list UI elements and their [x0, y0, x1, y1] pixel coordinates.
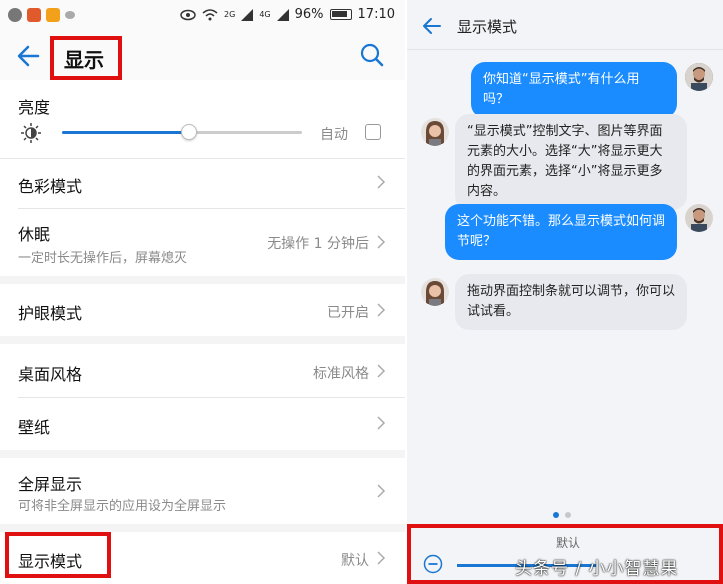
- clock: 17:10: [357, 7, 395, 22]
- app-notification-icon: [8, 8, 22, 22]
- row-fullscreen-label[interactable]: 全屏显示: [18, 471, 82, 495]
- row-eye-care-value: 已开启: [327, 305, 369, 321]
- display-settings-screen: 2G 4G 96% 17:10 显示 亮度 自动 色彩模式 休眠 一定时长无操作…: [0, 0, 405, 584]
- chat-message-user: 这个功能不错。那么显示模式如何调节呢？: [445, 204, 677, 260]
- chevron-right-icon: [377, 364, 386, 378]
- page-indicator: [553, 512, 571, 518]
- battery-icon: [329, 9, 352, 20]
- row-desktop-style-value: 标准风格: [313, 366, 369, 382]
- mode-default-label: 默认: [556, 536, 581, 550]
- auto-brightness-label: 自动: [320, 127, 348, 143]
- chat-message-assistant: 拖动界面控制条就可以调节，你可以试试看。: [455, 274, 687, 330]
- network-4g: 4G: [259, 10, 271, 19]
- user-avatar: [685, 63, 713, 91]
- watermark-text: 头条号 / 小小智慧果: [515, 559, 679, 579]
- battery-percent: 96%: [294, 7, 324, 22]
- row-desktop-style-label[interactable]: 桌面风格: [18, 361, 82, 385]
- status-bar: 2G 4G 96% 17:10: [0, 0, 405, 32]
- brightness-slider[interactable]: [62, 124, 302, 140]
- chevron-right-icon: [377, 551, 386, 565]
- status-right: 2G 4G 96% 17:10: [180, 7, 395, 22]
- chevron-right-icon: [377, 303, 386, 317]
- notification-icons: [8, 8, 75, 22]
- chevron-right-icon: [377, 235, 386, 249]
- row-sleep-label[interactable]: 休眠: [18, 221, 50, 245]
- divider: [0, 158, 405, 159]
- signal-icon: [241, 8, 254, 21]
- chevron-right-icon: [377, 484, 386, 498]
- chat-message-user: 你知道“显示模式”有什么用吗？: [471, 62, 677, 118]
- display-mode-control: 默认 头条号 / 小小智慧果: [407, 524, 723, 584]
- app-notification-icon-3: [46, 8, 60, 22]
- chat-message-assistant: “显示模式”控制文字、图片等界面元素的大小。选择“大”将显示更大的界面元素，选择…: [455, 114, 687, 210]
- chevron-right-icon: [377, 416, 386, 430]
- row-sleep-value: 无操作 1 分钟后: [267, 236, 369, 252]
- title-highlight: [50, 36, 122, 80]
- brightness-label: 亮度: [18, 98, 51, 117]
- page-dot-active: [553, 512, 559, 518]
- chat-screen: 显示模式 你知道“显示模式”有什么用吗？ “显示模式”控制文字、图片等界面元素的…: [405, 0, 723, 584]
- app-notification-icon-2: [27, 8, 41, 22]
- eye-icon: [180, 9, 196, 20]
- back-arrow-icon[interactable]: [14, 41, 46, 71]
- settings-group-2[interactable]: 护眼模式 已开启: [0, 284, 405, 336]
- brightness-slider-thumb[interactable]: [181, 124, 198, 140]
- row-wallpaper-label[interactable]: 壁纸: [18, 414, 50, 438]
- assistant-avatar: [421, 118, 449, 146]
- brightness-icon: [21, 123, 41, 143]
- chevron-right-icon: [377, 175, 386, 189]
- assistant-avatar: [421, 278, 449, 306]
- row-sleep-sub: 一定时长无操作后，屏幕熄灭: [18, 251, 188, 266]
- divider: [18, 208, 405, 209]
- page-dot: [565, 512, 571, 518]
- settings-group-1: 亮度 自动 色彩模式 休眠 一定时长无操作后，屏幕熄灭 无操作 1 分钟后: [0, 80, 405, 276]
- settings-group-4[interactable]: 全屏显示 可将非全屏显示的应用设为全屏显示: [0, 458, 405, 524]
- display-mode-highlight: [5, 532, 111, 578]
- chat-header: 显示模式: [407, 0, 723, 50]
- divider: [18, 397, 405, 398]
- signal-icon-2: [276, 8, 289, 21]
- brightness-slider-fill: [62, 131, 190, 134]
- settings-app-bar: 显示: [0, 32, 405, 80]
- row-display-mode-value: 默认: [341, 553, 369, 569]
- wifi-icon: [202, 8, 218, 20]
- settings-group-3: 桌面风格 标准风格 壁纸: [0, 344, 405, 450]
- row-fullscreen-sub: 可将非全屏显示的应用设为全屏显示: [18, 499, 227, 514]
- dot-icon: [65, 11, 75, 19]
- back-arrow-icon[interactable]: [421, 16, 443, 36]
- row-eye-care-label[interactable]: 护眼模式: [18, 300, 82, 324]
- zoom-out-icon[interactable]: [423, 554, 443, 574]
- search-icon[interactable]: [359, 42, 385, 68]
- row-color-mode-label[interactable]: 色彩模式: [18, 173, 82, 197]
- network-2g: 2G: [224, 10, 236, 19]
- auto-brightness-checkbox[interactable]: [365, 124, 381, 140]
- user-avatar: [685, 204, 713, 232]
- screenshot-root: 2G 4G 96% 17:10 显示 亮度 自动 色彩模式 休眠 一定时长无操作…: [0, 0, 723, 584]
- chat-title: 显示模式: [457, 18, 518, 36]
